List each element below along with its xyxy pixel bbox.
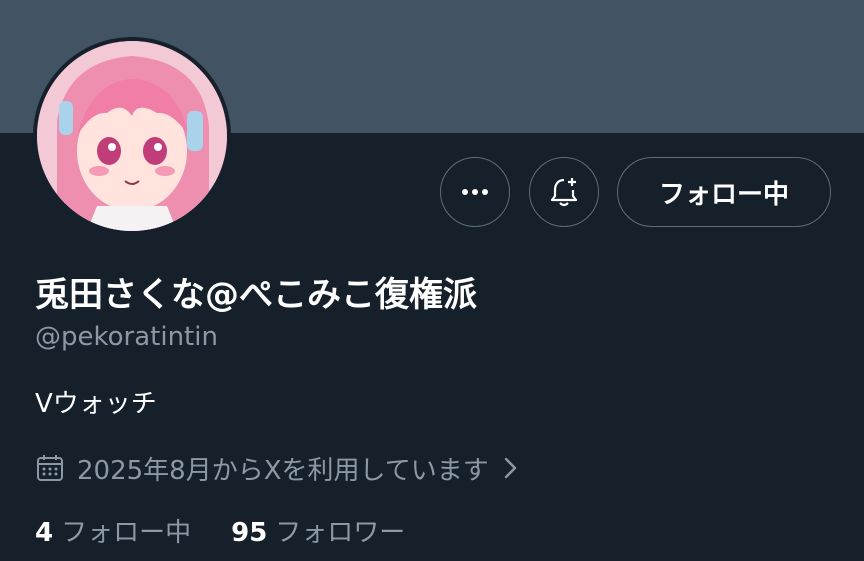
following-count: 4 [35,518,54,548]
avatar-illustration [37,41,227,231]
bio: Vウォッチ [35,389,157,419]
notifications-button[interactable] [529,157,599,227]
following-stat[interactable]: 4 フォロー中 [35,512,191,549]
user-handle: @pekoratintin [35,322,218,352]
avatar[interactable] [37,41,227,231]
following-label: フォロー中 [61,518,192,548]
bell-plus-icon [550,178,578,207]
joined-date-row[interactable]: 2025年8月からXを利用しています [35,450,519,486]
follow-stats: 4 フォロー中 95 フォロワー [35,512,405,549]
more-horizontal-icon [462,189,488,195]
followers-count: 95 [231,518,268,548]
more-button[interactable] [440,157,510,227]
avatar-frame[interactable] [33,37,231,235]
followers-label: フォロワー [275,518,406,548]
joined-date-text: 2025年8月からXを利用しています [77,455,489,486]
following-button[interactable]: フォロー中 [617,157,831,227]
display-name: 兎田さくな@ぺこみこ復権派 [35,275,477,315]
chevron-right-icon [504,457,516,479]
calendar-icon [37,455,63,481]
followers-stat[interactable]: 95 フォロワー [231,512,405,549]
